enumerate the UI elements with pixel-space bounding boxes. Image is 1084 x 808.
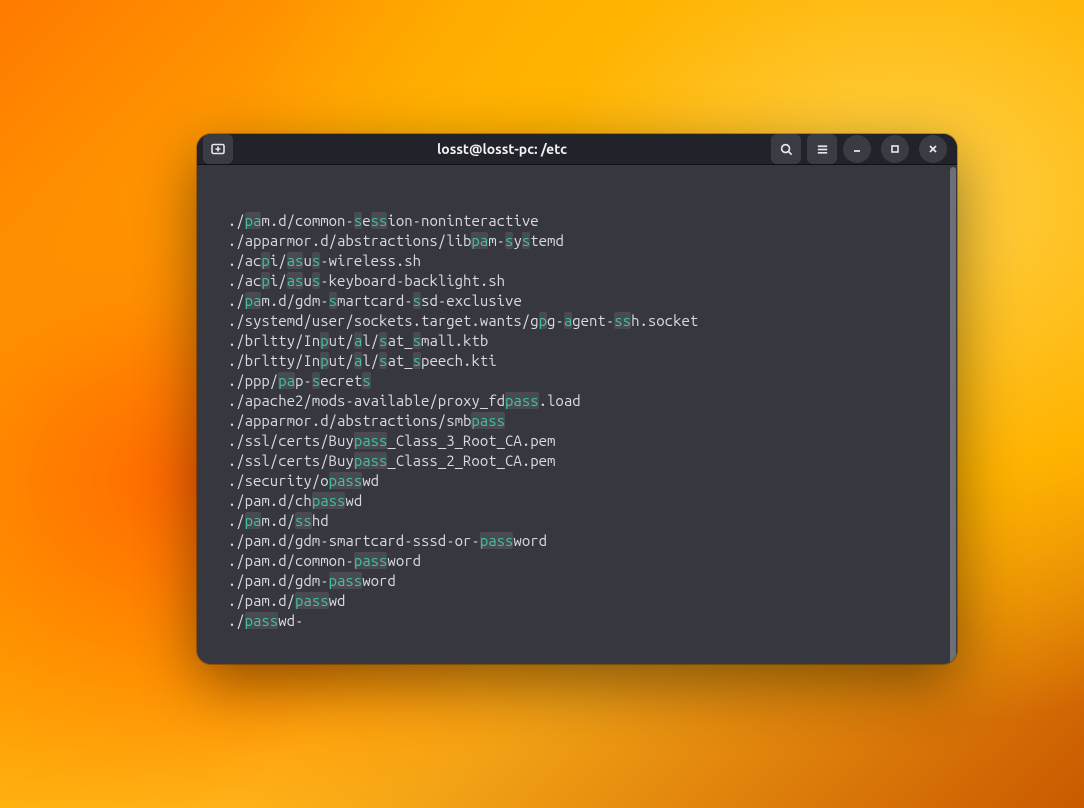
menu-button[interactable] — [807, 134, 837, 164]
result-line: ./acpi/asus-keyboard-backlight.sh — [211, 271, 947, 291]
result-line: ./apparmor.d/abstractions/libpam-systemd — [211, 231, 947, 251]
window-title: losst@losst-pc: /etc — [239, 141, 765, 157]
scrollbar-thumb[interactable] — [950, 167, 956, 664]
new-tab-button[interactable] — [203, 134, 233, 164]
result-line: ./pam.d/gdm-smartcard-ssd-exclusive — [211, 291, 947, 311]
result-line: ./passwd- — [211, 611, 947, 631]
close-button[interactable] — [919, 135, 947, 163]
result-line: ./ssl/certs/Buypass_Class_3_Root_CA.pem — [211, 431, 947, 451]
result-line: ./ssl/certs/Buypass_Class_2_Root_CA.pem — [211, 451, 947, 471]
result-line: ./pam.d/sshd — [211, 511, 947, 531]
scrollbar[interactable] — [949, 165, 957, 664]
result-line: ./pam.d/common-session-noninteractive — [211, 211, 947, 231]
result-line: ./pam.d/chpasswd — [211, 491, 947, 511]
result-line: ./apparmor.d/abstractions/smbpass — [211, 411, 947, 431]
result-line: ./pam.d/gdm-password — [211, 571, 947, 591]
search-button[interactable] — [771, 134, 801, 164]
result-line: ./pam.d/gdm-smartcard-sssd-or-password — [211, 531, 947, 551]
desktop-wallpaper: losst@losst-pc: /etc — [0, 0, 1084, 808]
result-line: ./brltty/Input/al/sat_speech.kti — [211, 351, 947, 371]
minimize-button[interactable] — [843, 135, 871, 163]
terminal-output[interactable]: ./pam.d/common-session-noninteractive ./… — [197, 165, 957, 664]
result-line: ./pam.d/passwd — [211, 591, 947, 611]
result-line: ./pam.d/common-password — [211, 551, 947, 571]
maximize-button[interactable] — [881, 135, 909, 163]
window-titlebar: losst@losst-pc: /etc — [197, 134, 957, 165]
result-line: ./systemd/user/sockets.target.wants/gpg-… — [211, 311, 947, 331]
terminal-window: losst@losst-pc: /etc — [197, 134, 957, 664]
result-line: ./security/opasswd — [211, 471, 947, 491]
result-line: ./apache2/mods-available/proxy_fdpass.lo… — [211, 391, 947, 411]
result-line: ./ppp/pap-secrets — [211, 371, 947, 391]
result-line: ./brltty/Input/al/sat_small.ktb — [211, 331, 947, 351]
result-line: ./acpi/asus-wireless.sh — [211, 251, 947, 271]
